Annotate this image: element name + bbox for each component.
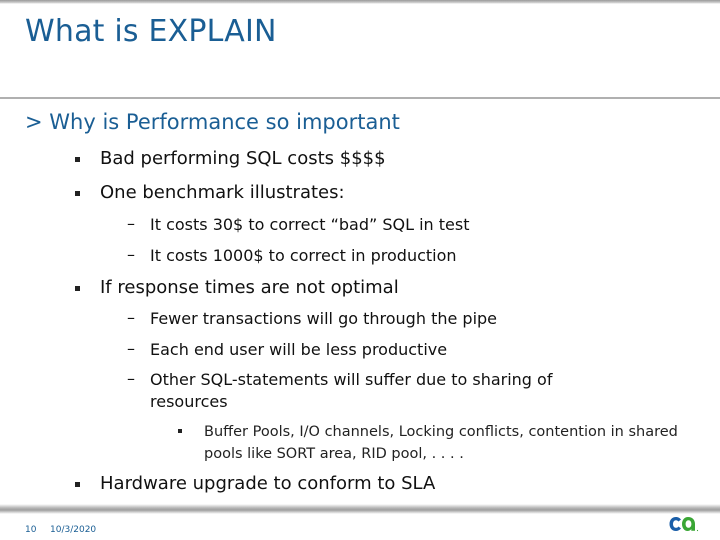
dash-bullet-icon: – [127,308,135,327]
bullet-text: Hardware upgrade to conform to SLA [100,473,436,494]
page-number: 10 [25,525,37,535]
footer-date: 10/3/2020 [50,525,97,535]
sub-sub-bullet-text: Buffer Pools, I/O channels, Locking conf… [204,424,678,462]
bottom-border [0,504,720,514]
ca-logo-icon [669,517,699,532]
sub-bullet-text: Fewer transactions will go through the p… [150,309,498,328]
bullet-text: If response times are not optimal [100,277,399,298]
square-bullet-icon [75,286,80,291]
sub-bullet-text: It costs 1000$ to correct in production [150,246,457,265]
sub-bullet-text: Other SQL-statements will suffer due to … [150,370,553,411]
bullet-text: Bad performing SQL costs $$$$ [100,148,386,169]
square-bullet-icon [75,482,80,487]
square-bullet-icon [75,157,80,162]
sub-bullet-text: Each end user will be less productive [150,340,448,359]
logo-a-shape [682,517,695,531]
section-heading: > Why is Performance so important [25,110,400,134]
logo-dot [696,529,699,532]
dash-bullet-icon: – [127,339,135,358]
logo-c-shape [669,517,681,531]
top-border [0,0,720,4]
dash-bullet-icon: – [127,245,135,264]
square-bullet-icon [75,191,80,196]
dash-bullet-icon: – [127,369,135,388]
square-bullet-icon [178,429,182,433]
dash-bullet-icon: – [127,214,135,233]
slide-title: What is EXPLAIN [25,14,277,49]
sub-bullet-text: It costs 30$ to correct “bad” SQL in tes… [150,215,470,234]
bullet-text: One benchmark illustrates: [100,182,345,203]
title-divider [0,97,720,99]
